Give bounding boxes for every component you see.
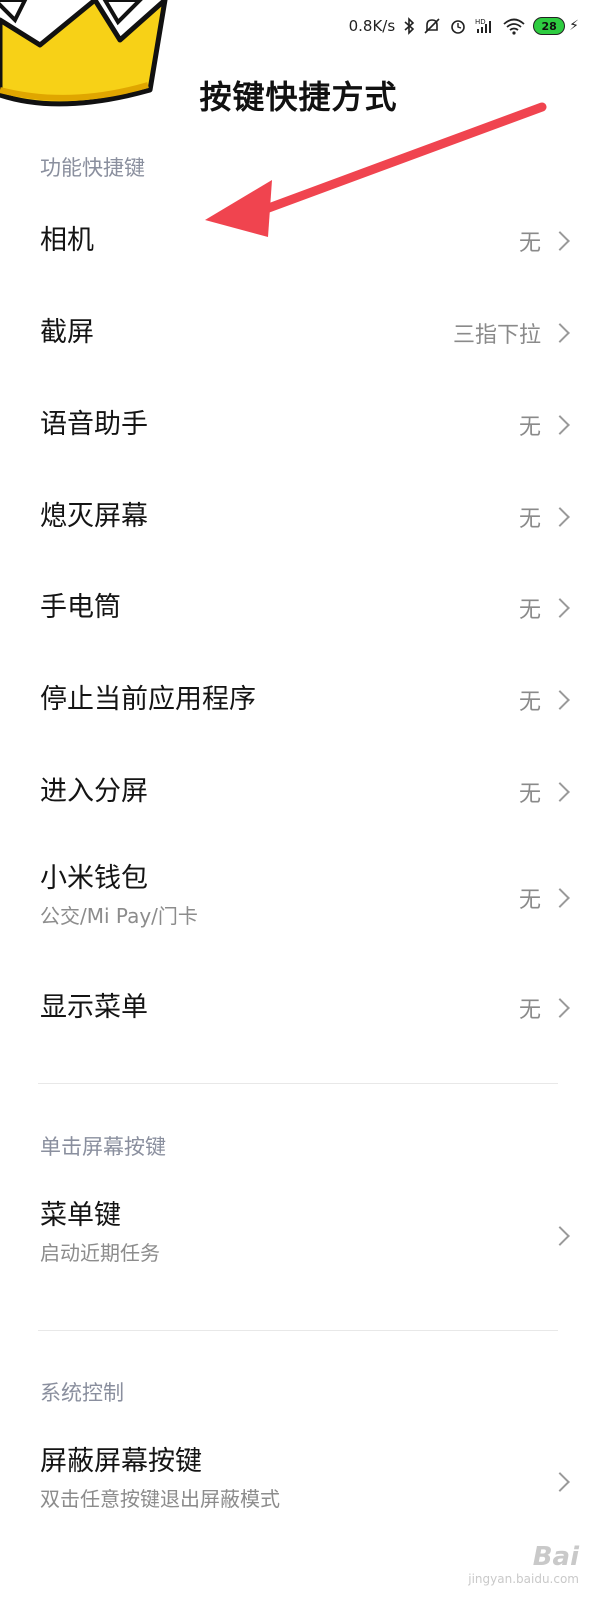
svg-text:HD: HD: [475, 18, 486, 26]
row-sublabel: 双击任意按键退出屏蔽模式: [40, 1487, 280, 1511]
shortcut-row-screen-off[interactable]: 熄灭屏幕 无: [0, 492, 597, 542]
row-label: 手电筒: [40, 592, 121, 623]
row-label: 菜单键: [40, 1200, 121, 1231]
watermark-logo: Bai: [532, 1542, 579, 1572]
chevron-right-icon: [550, 1226, 570, 1246]
row-value: 无: [518, 415, 541, 440]
row-label: 进入分屏: [40, 776, 148, 807]
shortcut-row-voice-assistant[interactable]: 语音助手 无: [0, 400, 597, 450]
chevron-right-icon: [550, 1472, 570, 1492]
row-label: 相机: [40, 225, 94, 256]
chevron-right-icon: [550, 415, 570, 435]
baidu-watermark: Bai jingyan.baidu.com: [468, 1542, 579, 1586]
row-label: 显示菜单: [40, 992, 148, 1023]
mute-icon: [423, 17, 441, 35]
row-value: 无: [518, 998, 541, 1023]
hd-signal-icon: HD: [475, 17, 495, 35]
shortcut-row-show-menu[interactable]: 显示菜单 无: [0, 983, 597, 1033]
row-value: 无: [518, 690, 541, 715]
row-value: 无: [518, 782, 541, 807]
annotation-arrow-icon: [205, 102, 547, 237]
chevron-right-icon: [550, 888, 570, 908]
chevron-right-icon: [550, 323, 570, 343]
section-divider: [38, 1083, 558, 1084]
net-speed: 0.8K/s: [348, 17, 396, 35]
row-sublabel: 启动近期任务: [40, 1241, 160, 1265]
chevron-right-icon: [550, 507, 570, 527]
alarm-icon: [449, 17, 467, 35]
section-header-tap-keys: 单击屏幕按键: [40, 1135, 166, 1159]
shortcut-row-mi-wallet[interactable]: 小米钱包 公交/Mi Pay/门卡 无: [0, 860, 597, 936]
shortcut-row-screenshot[interactable]: 截屏 三指下拉: [0, 308, 597, 358]
battery-icon: 28: [533, 17, 566, 35]
key-row-menu-key[interactable]: 菜单键 启动近期任务: [0, 1197, 597, 1275]
section-divider: [38, 1330, 558, 1331]
shortcut-row-stop-app[interactable]: 停止当前应用程序 无: [0, 675, 597, 725]
chevron-right-icon: [550, 598, 570, 618]
shortcut-row-split-screen[interactable]: 进入分屏 无: [0, 767, 597, 817]
wifi-icon: [503, 17, 525, 35]
chevron-right-icon: [550, 690, 570, 710]
chevron-right-icon: [550, 998, 570, 1018]
row-value: 无: [518, 507, 541, 532]
row-value: 无: [518, 598, 541, 623]
row-value: 三指下拉: [452, 323, 541, 348]
watermark-url: jingyan.baidu.com: [468, 1572, 579, 1586]
shortcut-row-flashlight[interactable]: 手电筒 无: [0, 583, 597, 633]
bluetooth-icon: [403, 17, 415, 35]
row-label: 屏蔽屏幕按键: [40, 1446, 202, 1477]
chevron-right-icon: [550, 782, 570, 802]
control-row-block-keys[interactable]: 屏蔽屏幕按键 双击任意按键退出屏蔽模式: [0, 1443, 597, 1521]
status-bar: 0.8K/s HD 28 ⚡: [349, 12, 579, 40]
row-label: 语音助手: [40, 409, 148, 440]
row-label: 停止当前应用程序: [40, 684, 256, 715]
section-header-function-shortcuts: 功能快捷键: [40, 156, 145, 180]
row-label: 小米钱包: [40, 863, 148, 894]
row-label: 截屏: [40, 317, 94, 348]
section-header-system-control: 系统控制: [40, 1381, 124, 1405]
row-label: 熄灭屏幕: [40, 501, 148, 532]
charging-icon: ⚡: [569, 18, 579, 34]
row-sublabel: 公交/Mi Pay/门卡: [40, 904, 198, 928]
row-value: 无: [518, 888, 541, 913]
